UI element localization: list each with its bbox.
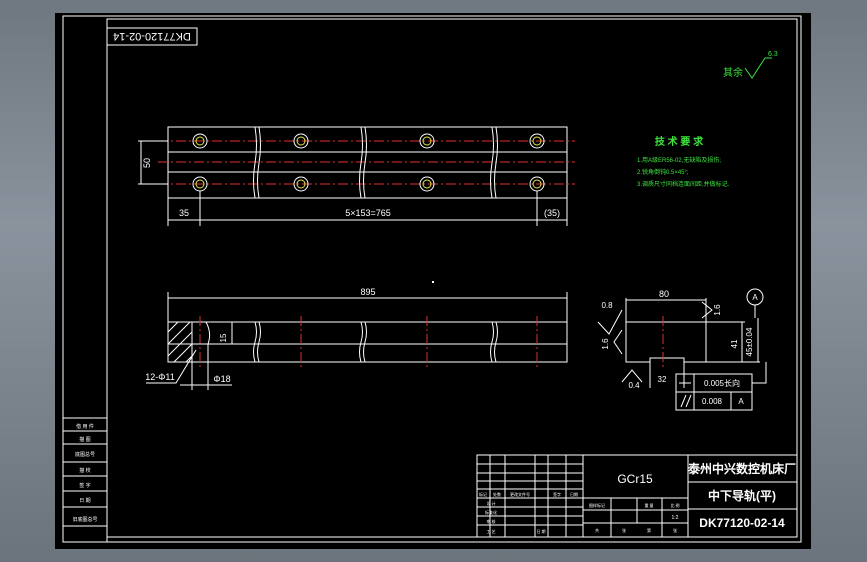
tech-requirements-title: 技 术 要 求 (655, 135, 704, 148)
title-small-label: 设 计 (486, 500, 495, 506)
roughness-value: 0.8 (601, 301, 613, 310)
tolerance-datum: A (738, 397, 744, 406)
drawing-id-stamp-text: DK77120-02-14 (113, 30, 191, 42)
datum-label: A (752, 293, 758, 302)
title-small-label: 比 例 (670, 502, 679, 508)
rev-header: 处数 (493, 491, 501, 497)
side-table-label: 日 期 (79, 498, 90, 504)
dim-width-section: 80 (659, 289, 669, 299)
rev-header: 标记 (479, 491, 487, 497)
dim-height-section: 41 (730, 339, 739, 348)
dim-pitch-top: 5×153=765 (345, 208, 391, 218)
dim-length-front: 895 (360, 287, 375, 297)
side-table-label: 描 校 (79, 467, 90, 474)
title-small-label: 日 期 (536, 528, 545, 534)
roughness-value: 1.6 (601, 338, 610, 350)
scale-value: 1:2 (672, 515, 679, 521)
side-table-label: 描 图 (79, 436, 90, 443)
part-name: 中下导轨(平) (708, 488, 776, 503)
counterbore-dim: Φ18 (213, 374, 230, 384)
title-small-label: 重 量 (644, 502, 653, 508)
title-small-label: 图样标记 (589, 502, 605, 508)
dim-depth-front: 15 (219, 333, 228, 342)
title-small-label: 共 (595, 527, 599, 533)
tech-requirement-item: 3.调质尺寸同档连面间距,并做标记. (637, 180, 730, 188)
roughness-value: 0.4 (628, 381, 640, 390)
roughness-other-label: 其余 (723, 66, 743, 79)
side-table-label: 签 字 (79, 482, 90, 489)
dim-width-top: 50 (142, 158, 152, 168)
title-small-label: 第 (647, 527, 651, 533)
tech-requirement-item: 2.锐角倒钝0.5×45°; (637, 168, 689, 176)
rev-header: 签字 (553, 491, 561, 497)
title-small-label: 标准化 (485, 509, 497, 515)
dim-left-top: 35 (179, 208, 189, 218)
hole-callout: 12-Φ11 (145, 372, 175, 382)
roughness-other-value: 6.3 (768, 51, 778, 58)
title-small-label: 工 艺 (486, 529, 495, 534)
title-small-label: 审 核 (486, 518, 495, 524)
dim-bottom-section: 32 (658, 375, 667, 384)
dim-total-section: 45±0.04 (745, 327, 754, 356)
rev-header: 日期 (570, 491, 578, 497)
drawing-number: DK77120-02-14 (699, 516, 785, 530)
drawing-id-stamp: DK77120-02-14 (106, 27, 198, 46)
material-text: GCr15 (617, 472, 653, 486)
tech-requirement-item: 1.用A级ER56-02,无缺陷及损伤; (637, 156, 721, 164)
cad-drawing-canvas: DK77120-02-14 其余 6.3 技 术 要 求 1.用A级ER56-0… (55, 13, 811, 549)
tolerance-value: 0.005长向 (704, 378, 740, 388)
side-table-label: 旧底图总号 (72, 516, 97, 523)
roughness-value: 1.6 (713, 304, 722, 316)
title-small-label: 张 (673, 527, 677, 533)
side-table-label: 底图总号 (75, 451, 95, 458)
rev-header: 更改文件号 (510, 491, 530, 497)
side-table-label: 借 用 件 (76, 423, 94, 430)
tolerance-value: 0.008 (702, 397, 723, 406)
dim-right-top: (35) (544, 208, 560, 218)
title-small-label: 张 (622, 527, 626, 533)
company-name: 泰州中兴数控机床厂 (687, 461, 796, 476)
